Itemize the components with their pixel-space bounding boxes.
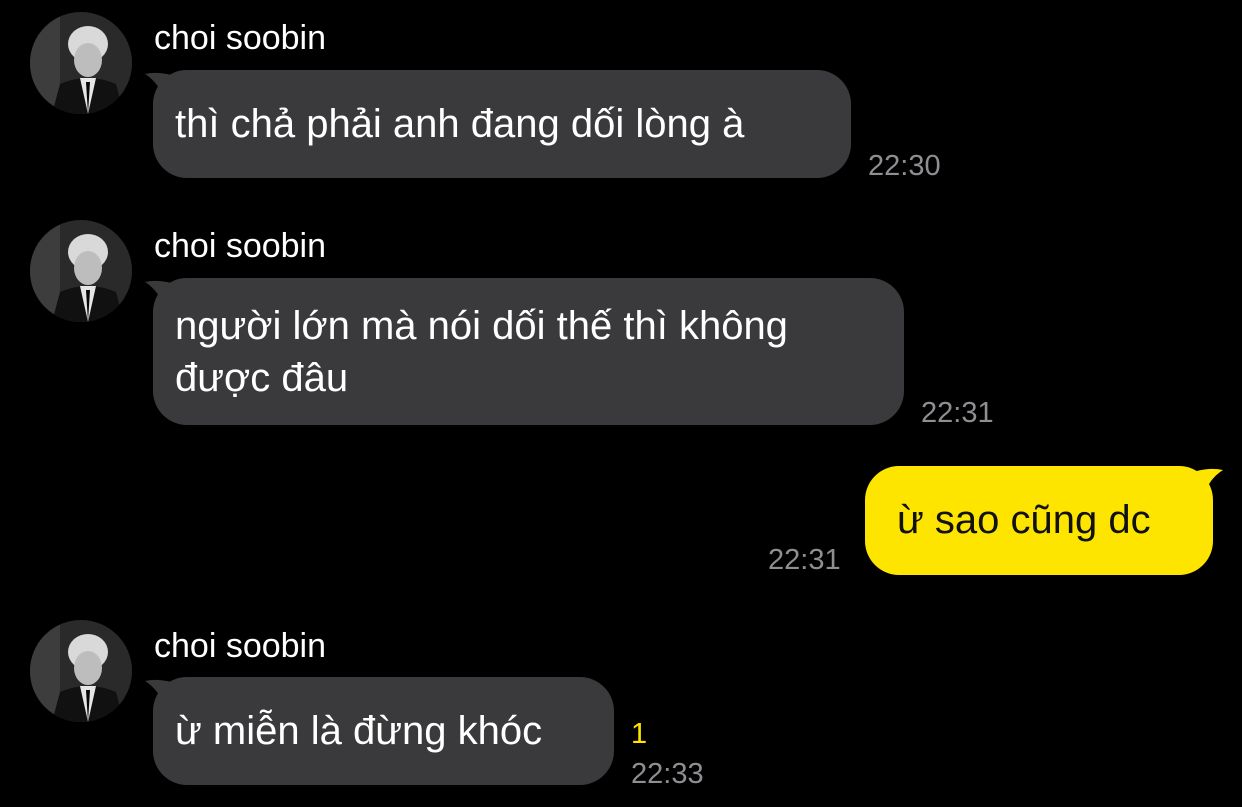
avatar-photo-icon — [30, 220, 132, 322]
sender-name: choi soobin — [154, 227, 327, 265]
unread-count-badge: 1 — [631, 718, 648, 750]
message-text: người lớn mà nói dối thế thì không được … — [175, 304, 788, 400]
incoming-message-bubble[interactable]: thì chả phải anh đang dối lòng à — [145, 70, 851, 178]
avatar-photo-icon — [30, 12, 132, 114]
avatar-photo-icon — [30, 620, 132, 722]
outgoing-message-bubble[interactable]: ừ sao cũng dc — [865, 466, 1223, 575]
message-timestamp: 22:30 — [868, 150, 941, 182]
message-text: ừ sao cũng dc — [897, 498, 1151, 542]
bubble-tail-icon — [1183, 468, 1223, 500]
message-timestamp: 22:33 — [631, 758, 704, 790]
chat-message-list: choi soobin thì chả phải anh đang dối lò… — [0, 0, 1242, 807]
sender-name: choi soobin — [154, 19, 327, 57]
incoming-message-bubble[interactable]: người lớn mà nói dối thế thì không được … — [145, 278, 904, 425]
message-timestamp: 22:31 — [921, 397, 994, 429]
message-timestamp: 22:31 — [768, 544, 841, 576]
message-text: thì chả phải anh đang dối lòng à — [175, 102, 745, 146]
message-text: ừ miễn là đừng khóc — [175, 709, 543, 753]
sender-avatar[interactable] — [30, 12, 132, 114]
sender-name: choi soobin — [154, 627, 327, 665]
sender-avatar[interactable] — [30, 220, 132, 322]
incoming-message-bubble[interactable]: ừ miễn là đừng khóc — [145, 677, 614, 785]
sender-avatar[interactable] — [30, 620, 132, 722]
